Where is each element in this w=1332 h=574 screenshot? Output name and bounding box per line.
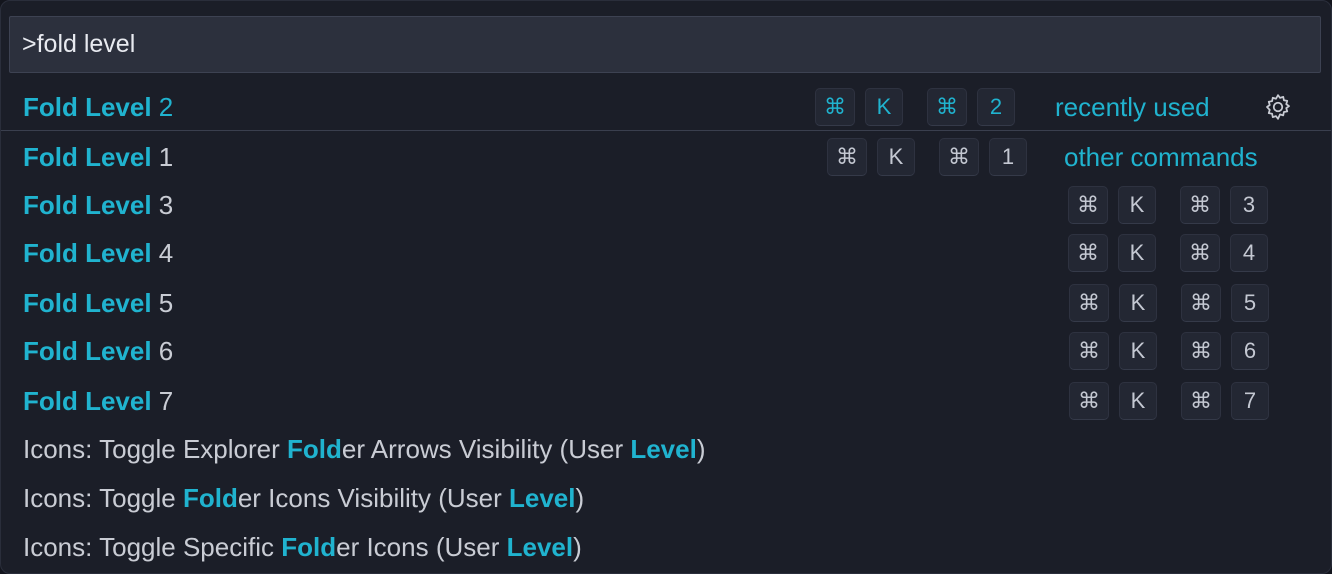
- list-item-fold-level-6[interactable]: Fold Level 6 ⌘ K ⌘ 6: [1, 327, 1331, 375]
- label-text: er Arrows Visibility (User: [341, 434, 631, 464]
- match-highlight: Fold Level: [23, 142, 152, 172]
- list-item-fold-level-7[interactable]: Fold Level 7 ⌘ K ⌘ 7: [1, 377, 1331, 425]
- other-commands-badge: other commands: [1064, 142, 1258, 172]
- item-label-rest: 2: [151, 92, 174, 122]
- key-cmd: ⌘: [1068, 234, 1108, 272]
- label-text: ): [573, 532, 582, 562]
- item-label-rest: 7: [151, 386, 174, 416]
- key-k: K: [1119, 382, 1157, 420]
- label-text: Icons: Toggle: [23, 483, 183, 513]
- keybinding: ⌘ K ⌘ 4: [1068, 234, 1278, 272]
- key-4: 4: [1230, 234, 1268, 272]
- key-3: 3: [1230, 186, 1268, 224]
- key-5: 5: [1231, 284, 1269, 322]
- match-highlight: Level: [630, 434, 697, 464]
- key-k: K: [1118, 234, 1156, 272]
- item-label: Icons: Toggle Folder Icons Visibility (U…: [23, 474, 584, 522]
- list-item-toggle-explorer-folder-arrows[interactable]: Icons: Toggle Explorer Folder Arrows Vis…: [1, 425, 1331, 473]
- keybinding: ⌘ K ⌘ 6: [1069, 332, 1279, 370]
- item-label: Fold Level 3: [23, 181, 173, 229]
- key-cmd: ⌘: [1069, 332, 1109, 370]
- label-text: ): [575, 483, 585, 513]
- key-cmd: ⌘: [1181, 382, 1221, 420]
- key-cmd: ⌘: [1180, 234, 1220, 272]
- match-highlight: Fold Level: [23, 92, 152, 122]
- keybinding: ⌘ K ⌘ 1: [827, 138, 1037, 176]
- key-cmd: ⌘: [827, 138, 867, 176]
- recently-used-badge: recently used: [1055, 92, 1210, 122]
- search-input[interactable]: [10, 17, 1320, 72]
- match-highlight: Fold: [287, 434, 342, 464]
- item-label: Fold Level 2: [23, 83, 173, 131]
- key-k: K: [877, 138, 915, 176]
- key-cmd: ⌘: [1068, 186, 1108, 224]
- command-palette: Fold Level 2 ⌘ K ⌘ 2 recently used Fold …: [0, 0, 1332, 574]
- item-label: Fold Level 5: [23, 279, 173, 327]
- key-7: 7: [1231, 382, 1269, 420]
- item-label: Fold Level 1: [23, 133, 173, 181]
- key-cmd: ⌘: [1069, 284, 1109, 322]
- key-cmd: ⌘: [1181, 332, 1221, 370]
- label-text: Icons: Toggle Specific: [23, 532, 282, 562]
- item-label: Fold Level 4: [23, 229, 173, 277]
- list-item-fold-level-4[interactable]: Fold Level 4 ⌘ K ⌘ 4: [1, 229, 1331, 277]
- key-k: K: [1119, 332, 1157, 370]
- key-cmd: ⌘: [927, 88, 967, 126]
- key-1: 1: [989, 138, 1027, 176]
- match-highlight: Fold Level: [23, 190, 152, 220]
- keybinding: ⌘ K ⌘ 2: [815, 88, 1025, 126]
- list-item-fold-level-5[interactable]: Fold Level 5 ⌘ K ⌘ 5: [1, 279, 1331, 327]
- match-highlight: Fold: [182, 483, 238, 513]
- item-label-rest: 5: [151, 288, 174, 318]
- search-box: [9, 16, 1321, 73]
- key-6: 6: [1231, 332, 1269, 370]
- match-highlight: Fold Level: [23, 336, 152, 366]
- match-highlight: Level: [509, 483, 576, 513]
- match-highlight: Fold Level: [23, 288, 152, 318]
- match-highlight: Fold Level: [23, 238, 152, 268]
- item-label: Icons: Toggle Explorer Folder Arrows Vis…: [23, 425, 706, 473]
- list-item-fold-level-2[interactable]: Fold Level 2 ⌘ K ⌘ 2 recently used: [1, 83, 1331, 131]
- key-k: K: [865, 88, 903, 126]
- key-cmd: ⌘: [1180, 186, 1220, 224]
- item-label: Fold Level 7: [23, 377, 173, 425]
- label-text: ): [696, 434, 706, 464]
- label-text: er Icons Visibility (User: [237, 483, 509, 513]
- gear-icon[interactable]: [1263, 92, 1293, 122]
- key-cmd: ⌘: [815, 88, 855, 126]
- keybinding: ⌘ K ⌘ 5: [1069, 284, 1279, 322]
- key-cmd: ⌘: [1181, 284, 1221, 322]
- key-2: 2: [977, 88, 1015, 126]
- match-highlight: Fold: [281, 532, 337, 562]
- keybinding: ⌘ K ⌘ 7: [1069, 382, 1279, 420]
- item-label-rest: 1: [151, 142, 174, 172]
- item-label: Fold Level 6: [23, 327, 173, 375]
- key-cmd: ⌘: [1069, 382, 1109, 420]
- label-text: er Icons (User: [336, 532, 507, 562]
- match-highlight: Level: [506, 532, 574, 562]
- match-highlight: Fold Level: [23, 386, 152, 416]
- item-label: Icons: Toggle Specific Folder Icons (Use…: [23, 523, 582, 571]
- label-text: Icons: Toggle Explorer: [23, 434, 287, 464]
- key-k: K: [1119, 284, 1157, 322]
- item-label-rest: 4: [151, 238, 174, 268]
- keybinding: ⌘ K ⌘ 3: [1068, 186, 1278, 224]
- item-label-rest: 3: [151, 190, 174, 220]
- list-item-fold-level-1[interactable]: Fold Level 1 ⌘ K ⌘ 1 other commands: [1, 133, 1331, 181]
- key-k: K: [1118, 186, 1156, 224]
- list-item-fold-level-3[interactable]: Fold Level 3 ⌘ K ⌘ 3: [1, 181, 1331, 229]
- key-cmd: ⌘: [939, 138, 979, 176]
- list-item-toggle-specific-folder-icons[interactable]: Icons: Toggle Specific Folder Icons (Use…: [1, 523, 1331, 571]
- item-label-rest: 6: [151, 336, 174, 366]
- list-item-toggle-folder-icons[interactable]: Icons: Toggle Folder Icons Visibility (U…: [1, 474, 1331, 522]
